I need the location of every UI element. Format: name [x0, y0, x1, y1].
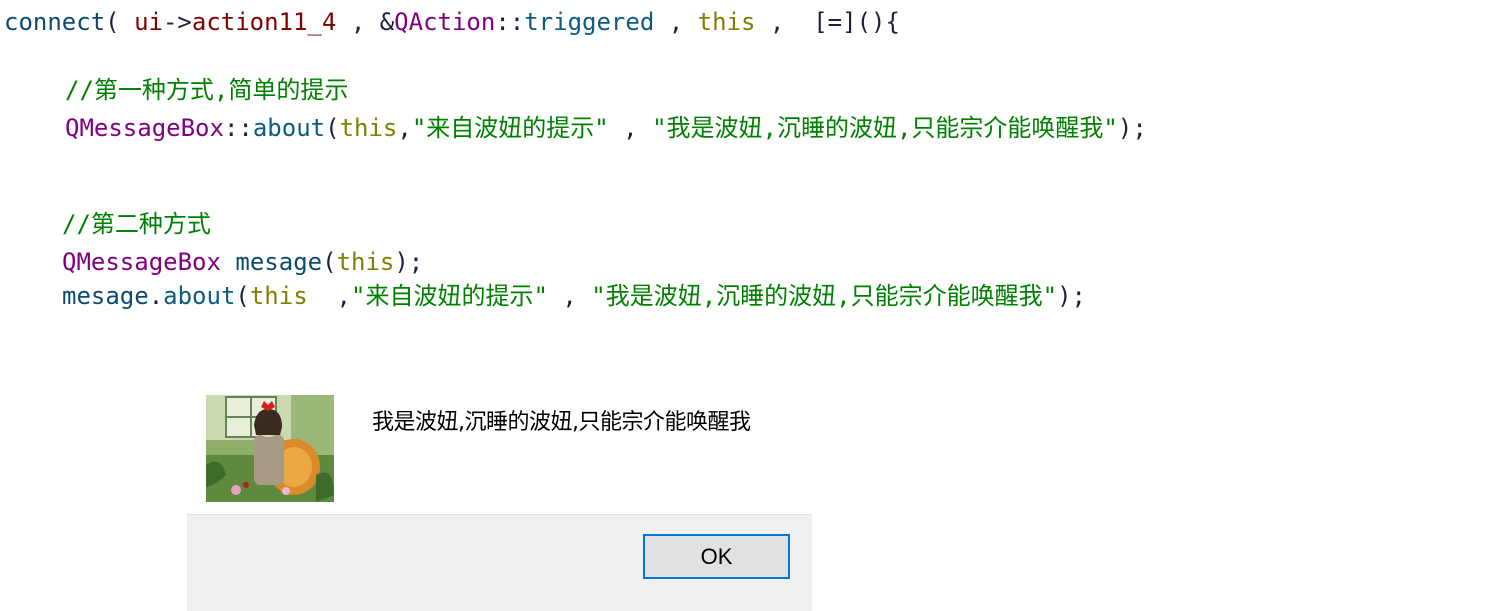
dialog-content-area: 我是波妞,沉睡的波妞,只能宗介能唤醒我: [187, 378, 812, 514]
code-token: about: [252, 114, 326, 142]
code-token: connect: [4, 8, 106, 36]
code-token: (: [322, 248, 337, 276]
code-token: //第二种方式: [62, 210, 211, 238]
code-token: this: [336, 248, 395, 276]
code-token: this: [697, 8, 756, 36]
code-token: ->: [162, 8, 192, 36]
dialog-button-area: OK: [187, 514, 812, 611]
message-box-dialog: 我是波妞,沉睡的波妞,只能宗介能唤醒我 OK: [187, 378, 812, 611]
code-token: QMessageBox: [65, 114, 224, 142]
code-token: (: [325, 114, 340, 142]
code-line-3: //第一种方式,简单的提示: [65, 73, 348, 107]
code-token: action11_4: [191, 8, 337, 36]
code-token: ::: [223, 114, 253, 142]
code-token: ,: [654, 8, 698, 36]
code-token: mesage: [62, 282, 149, 310]
code-token: QAction: [394, 8, 496, 36]
code-token: "我是波妞,沉睡的波妞,只能宗介能唤醒我": [652, 114, 1118, 142]
code-token: this: [339, 114, 398, 142]
code-token: , [=](){: [755, 8, 900, 36]
code-token: ,: [547, 282, 592, 310]
code-token: );: [394, 248, 424, 276]
code-token: this: [249, 282, 308, 310]
ok-button[interactable]: OK: [643, 534, 790, 579]
code-token: (: [235, 282, 250, 310]
code-line-6: //第二种方式: [62, 207, 211, 241]
code-token: "来自波妞的提示": [351, 282, 548, 310]
code-token: );: [1057, 282, 1086, 310]
code-token: triggered: [524, 8, 655, 36]
code-line-4: QMessageBox::about(this,"来自波妞的提示" , "我是波…: [65, 111, 1147, 145]
code-token: );: [1117, 114, 1147, 142]
code-token: ,: [608, 114, 653, 142]
code-token: (: [105, 8, 135, 36]
code-token: "我是波妞,沉睡的波妞,只能宗介能唤醒我": [591, 282, 1058, 310]
code-editor: connect( ui->action11_4 , &QAction::trig…: [0, 0, 1499, 370]
code-line-8: mesage.about(this ,"来自波妞的提示" , "我是波妞,沉睡的…: [62, 279, 1086, 313]
code-token: ,: [307, 282, 352, 310]
code-line-1: connect( ui->action11_4 , &QAction::trig…: [4, 5, 900, 39]
code-token: ,: [397, 114, 412, 142]
anime-girl-illustration: [206, 395, 334, 502]
code-line-7: QMessageBox mesage(this);: [62, 245, 423, 279]
code-token: about: [163, 282, 236, 310]
dialog-message: 我是波妞,沉睡的波妞,只能宗介能唤醒我: [372, 410, 751, 435]
code-token: QMessageBox: [62, 248, 221, 276]
code-token: "来自波妞的提示": [411, 114, 609, 142]
code-token: , &: [336, 8, 395, 36]
code-token: //第一种方式,简单的提示: [65, 76, 349, 104]
code-token: ::: [495, 8, 525, 36]
code-token: .: [148, 282, 164, 310]
code-token: ui: [134, 8, 163, 36]
code-token: mesage: [235, 248, 323, 276]
